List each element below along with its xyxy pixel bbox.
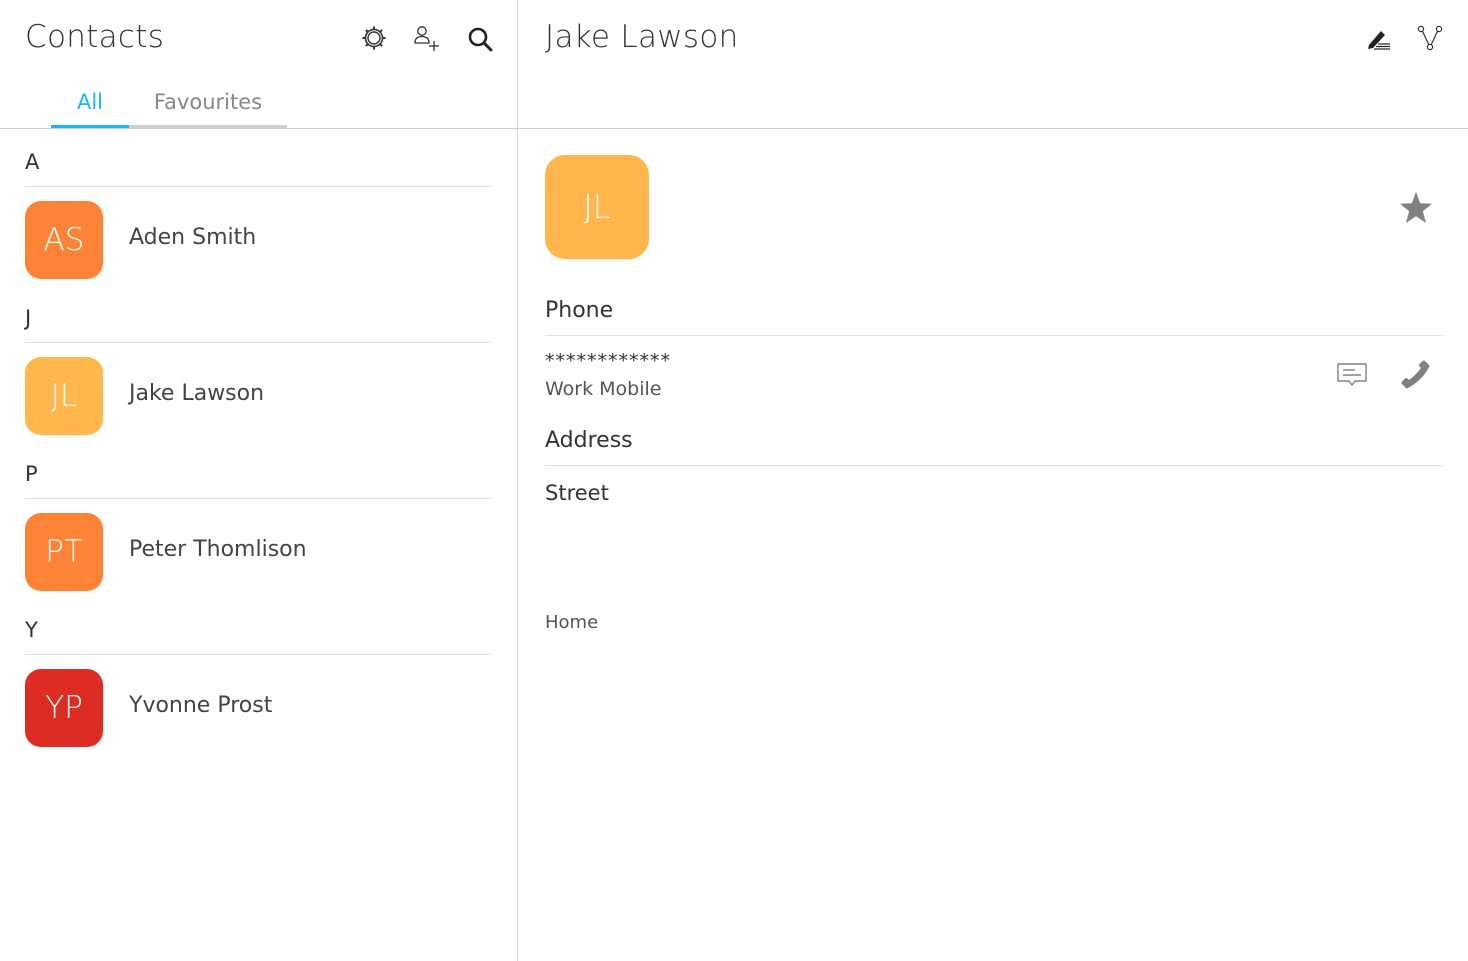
section-divider <box>25 342 491 343</box>
section-header-j: J <box>25 306 32 330</box>
address-section-heading: Address <box>545 428 633 453</box>
share-button[interactable] <box>1414 22 1446 54</box>
settings-button[interactable] <box>358 22 390 54</box>
favourite-toggle[interactable] <box>1396 188 1436 228</box>
header-divider <box>518 128 1468 129</box>
address-street: Street <box>545 481 609 505</box>
tab-bar: All Favourites <box>51 86 287 128</box>
contact-name: Aden Smith <box>129 225 257 250</box>
search-button[interactable] <box>464 23 496 55</box>
add-contact-icon <box>412 24 440 52</box>
avatar: YP <box>25 669 103 747</box>
contacts-list-pane: Contacts All Favourites A AS Aden Smith … <box>0 0 517 961</box>
edit-button[interactable] <box>1362 22 1394 54</box>
section-divider <box>25 186 491 187</box>
contact-name: Peter Thomlison <box>129 537 307 562</box>
section-divider <box>545 465 1443 466</box>
contact-row-aden-smith[interactable]: AS Aden Smith <box>0 201 517 279</box>
contact-avatar: JL <box>545 155 649 259</box>
call-button[interactable] <box>1398 357 1434 393</box>
contact-name: Yvonne Prost <box>129 693 273 718</box>
tab-all[interactable]: All <box>51 86 129 126</box>
section-divider <box>545 335 1443 336</box>
send-message-button[interactable] <box>1332 359 1372 391</box>
edit-icon <box>1365 25 1391 51</box>
star-icon <box>1398 190 1434 226</box>
avatar: AS <box>25 201 103 279</box>
contact-detail-pane: Jake Lawson JL Phone ************ Work M… <box>518 0 1468 961</box>
gear-icon <box>361 25 387 51</box>
contact-name: Jake Lawson <box>129 381 265 406</box>
search-icon <box>467 26 493 52</box>
avatar: PT <box>25 513 103 591</box>
section-divider <box>25 654 491 655</box>
header-divider <box>0 128 517 129</box>
section-header-y: Y <box>25 618 38 642</box>
phone-number: ************ <box>545 350 671 372</box>
page-title: Contacts <box>25 19 165 55</box>
add-contact-button[interactable] <box>410 22 442 54</box>
share-icon <box>1417 25 1443 51</box>
phone-type: Work Mobile <box>545 378 662 400</box>
tab-favourites[interactable]: Favourites <box>139 86 277 126</box>
section-header-a: A <box>25 150 40 174</box>
contact-row-jake-lawson[interactable]: JL Jake Lawson <box>0 357 517 435</box>
message-icon <box>1335 361 1369 389</box>
avatar: JL <box>25 357 103 435</box>
contact-title: Jake Lawson <box>545 19 739 55</box>
section-header-p: P <box>25 462 38 486</box>
address-type: Home <box>545 612 599 633</box>
phone-section-heading: Phone <box>545 298 614 323</box>
section-divider <box>25 498 491 499</box>
contact-row-peter-thomlison[interactable]: PT Peter Thomlison <box>0 513 517 591</box>
phone-icon <box>1400 359 1432 391</box>
contact-row-yvonne-prost[interactable]: YP Yvonne Prost <box>0 669 517 747</box>
